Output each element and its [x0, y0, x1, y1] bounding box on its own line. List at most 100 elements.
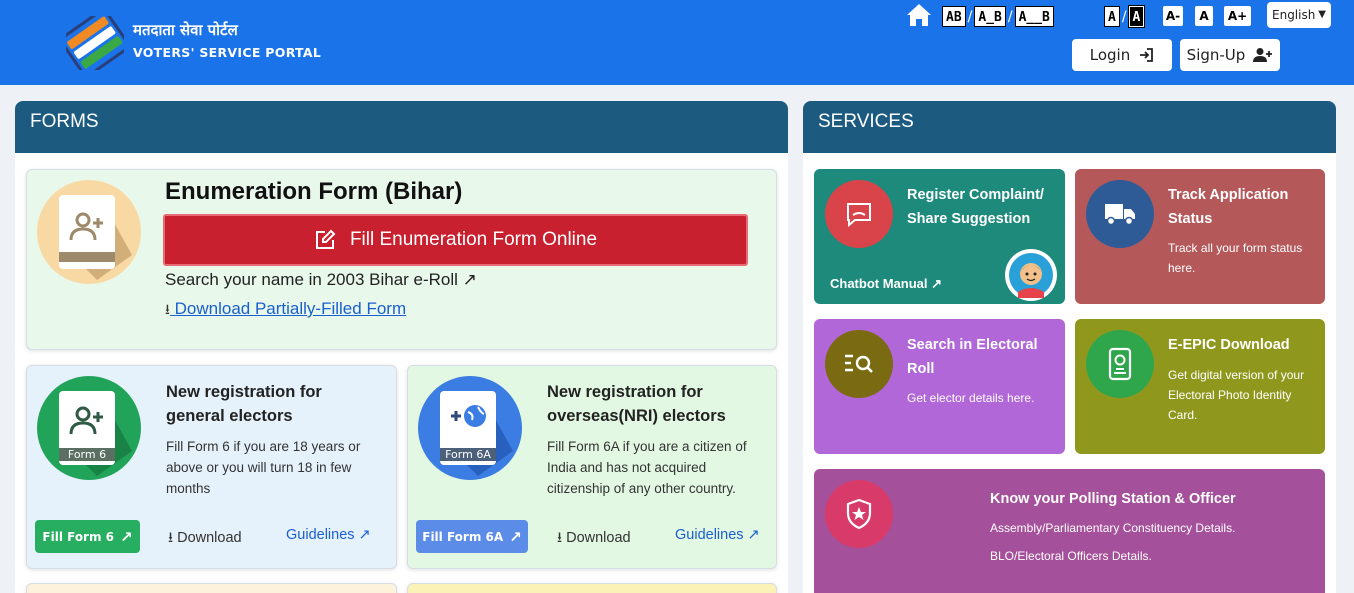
- login-button[interactable]: Login: [1072, 39, 1172, 71]
- register-complaint-card[interactable]: Register Complaint/ Share Suggestion Cha…: [814, 169, 1065, 304]
- form6-title-line: general electors: [166, 407, 293, 425]
- fill-form6a-label: Fill Form 6A: [422, 529, 504, 544]
- login-icon: [1140, 48, 1154, 62]
- form6a-guidelines-label: Guidelines: [675, 527, 744, 543]
- contrast-controls: A / A: [1104, 5, 1146, 28]
- track-title-line: Status: [1168, 211, 1213, 227]
- epic-icon-circle: [1086, 330, 1154, 398]
- language-value: English: [1272, 8, 1316, 22]
- arrow-up-right-icon: ↗: [509, 527, 522, 546]
- fill-enumeration-form-button[interactable]: Fill Enumeration Form Online: [163, 214, 748, 266]
- search-icon-circle: [825, 330, 893, 398]
- form6-download-label: Download: [177, 530, 242, 546]
- form6a-download-link[interactable]: ⭳ Download: [557, 527, 631, 552]
- form6a-badge: Form 6A: [445, 448, 491, 461]
- track-title: Track Application Status: [1168, 183, 1288, 231]
- truck-icon: [1105, 204, 1135, 226]
- arrow-up-right-icon: ↗: [120, 527, 133, 546]
- arrow-up-right-icon: ↗: [931, 276, 943, 291]
- spacing-medium-button[interactable]: A_B: [974, 6, 1006, 27]
- complaint-icon-circle: [825, 180, 893, 248]
- form6-download-link[interactable]: ⭳ Download: [168, 527, 242, 552]
- id-card-icon: [1108, 347, 1132, 381]
- epic-desc-line: Card.: [1168, 408, 1198, 422]
- chevron-down-icon: ▼: [1318, 9, 1326, 20]
- separator: /: [967, 8, 973, 25]
- next-form-card: [26, 583, 397, 593]
- contrast-normal-button[interactable]: A: [1104, 6, 1120, 27]
- download-icon: ⭳: [168, 530, 174, 546]
- globe-form-icon: [440, 391, 513, 476]
- search-title-line: Search in Electoral: [907, 337, 1038, 353]
- fill-enumeration-label: Fill Enumeration Form Online: [349, 229, 598, 250]
- shield-star-icon: [846, 498, 872, 530]
- font-increase-button[interactable]: A+: [1224, 6, 1251, 26]
- font-normal-button[interactable]: A: [1195, 6, 1213, 26]
- form6-guidelines-link[interactable]: Guidelines ↗: [286, 527, 371, 543]
- complaint-title: Register Complaint/ Share Suggestion: [907, 183, 1044, 231]
- polling-station-card[interactable]: Know your Polling Station & Officer Asse…: [814, 469, 1325, 593]
- edit-icon: [315, 229, 336, 249]
- separator: /: [1121, 8, 1127, 25]
- arrow-up-right-icon: ↗: [358, 527, 371, 543]
- chatbot-manual-label: Chatbot Manual: [830, 276, 928, 291]
- arrow-up-right-icon: ↗: [747, 527, 760, 543]
- spacing-large-button[interactable]: A__B: [1014, 6, 1054, 27]
- e-epic-download-card[interactable]: E-EPIC Download Get digital version of y…: [1075, 319, 1325, 454]
- search-electoral-roll-card[interactable]: Search in Electoral Roll Get elector det…: [814, 319, 1065, 454]
- track-title-line: Track Application: [1168, 187, 1289, 203]
- search-eroll-label: Search your name in 2003 Bihar e-Roll: [165, 270, 458, 289]
- epic-desc-line: Electoral Photo Identity: [1168, 388, 1292, 402]
- enumeration-form-title: Enumeration Form (Bihar): [165, 178, 463, 205]
- search-title-line: Roll: [907, 361, 935, 377]
- form6a-title: New registration for overseas(NRI) elect…: [547, 380, 726, 428]
- form6a-icon-circle: Form 6A: [418, 376, 522, 480]
- separator: /: [1007, 8, 1013, 25]
- language-select[interactable]: English ▼: [1267, 2, 1331, 28]
- complaint-title-line: Share Suggestion: [907, 211, 1031, 227]
- contrast-high-button[interactable]: A: [1127, 5, 1146, 28]
- site-header: मतदाता सेवा पोर्टल VOTERS' SERVICE PORTA…: [0, 0, 1354, 85]
- ballot-logo-icon[interactable]: [66, 16, 124, 70]
- epic-description: Get digital version of your Electoral Ph…: [1168, 365, 1304, 425]
- track-desc-line: Track all your form status: [1168, 241, 1303, 255]
- form6-description: Fill Form 6 if you are 18 years or above…: [166, 436, 360, 499]
- search-roll-title: Search in Electoral Roll: [907, 333, 1038, 381]
- login-label: Login: [1089, 46, 1131, 64]
- add-user-icon: [1253, 48, 1273, 62]
- search-bihar-eroll-link[interactable]: Search your name in 2003 Bihar e-Roll ↗: [165, 270, 477, 290]
- form6-title-line: New registration for: [166, 383, 322, 401]
- form6a-guidelines-link[interactable]: Guidelines ↗: [675, 527, 760, 543]
- voter-mitra-chatbot-icon[interactable]: [1004, 248, 1058, 302]
- font-decrease-button[interactable]: A-: [1163, 6, 1183, 26]
- track-description: Track all your form status here.: [1168, 238, 1302, 278]
- logo-english: VOTERS' SERVICE PORTAL: [133, 45, 322, 60]
- form6a-title-line: New registration for: [547, 383, 703, 401]
- polling-title: Know your Polling Station & Officer: [990, 491, 1236, 507]
- download-partial-form-link[interactable]: ⭳ Download Partially-Filled Form: [165, 299, 406, 323]
- chatbot-manual-link[interactable]: Chatbot Manual ↗: [830, 276, 942, 292]
- spacing-normal-button[interactable]: AB: [942, 6, 966, 27]
- home-icon[interactable]: [905, 2, 933, 28]
- form6a-description: Fill Form 6A if you are a citizen of Ind…: [547, 436, 747, 499]
- fill-form6a-button[interactable]: Fill Form 6A ↗: [416, 520, 528, 553]
- track-desc-line: here.: [1168, 261, 1196, 275]
- fill-form6-button[interactable]: Fill Form 6 ↗: [35, 520, 140, 553]
- form6-icon-circle: Form 6: [37, 376, 141, 480]
- polling-desc-line: Assembly/Parliamentary Constituency Deta…: [990, 521, 1236, 535]
- track-icon-circle: [1086, 180, 1154, 248]
- polling-icon-circle: [825, 480, 893, 548]
- external-link-icon: ↗: [462, 270, 477, 289]
- track-application-card[interactable]: Track Application Status Track all your …: [1075, 169, 1325, 304]
- form6-desc-line: months: [166, 481, 211, 496]
- download-icon: ⭳: [165, 301, 170, 317]
- form6-desc-line: Fill Form 6 if you are 18 years or: [166, 439, 361, 454]
- form6-title: New registration for general electors: [166, 380, 322, 428]
- download-partial-label: Download Partially-Filled Form: [174, 299, 407, 318]
- logo-hindi: मतदाता सेवा पोर्टल: [133, 21, 238, 39]
- message-icon: [847, 203, 871, 228]
- user-form-icon: [59, 195, 132, 280]
- signup-label: Sign-Up: [1186, 46, 1246, 64]
- signup-button[interactable]: Sign-Up: [1180, 39, 1280, 71]
- spacing-controls: AB / A_B / A__B: [942, 6, 1054, 27]
